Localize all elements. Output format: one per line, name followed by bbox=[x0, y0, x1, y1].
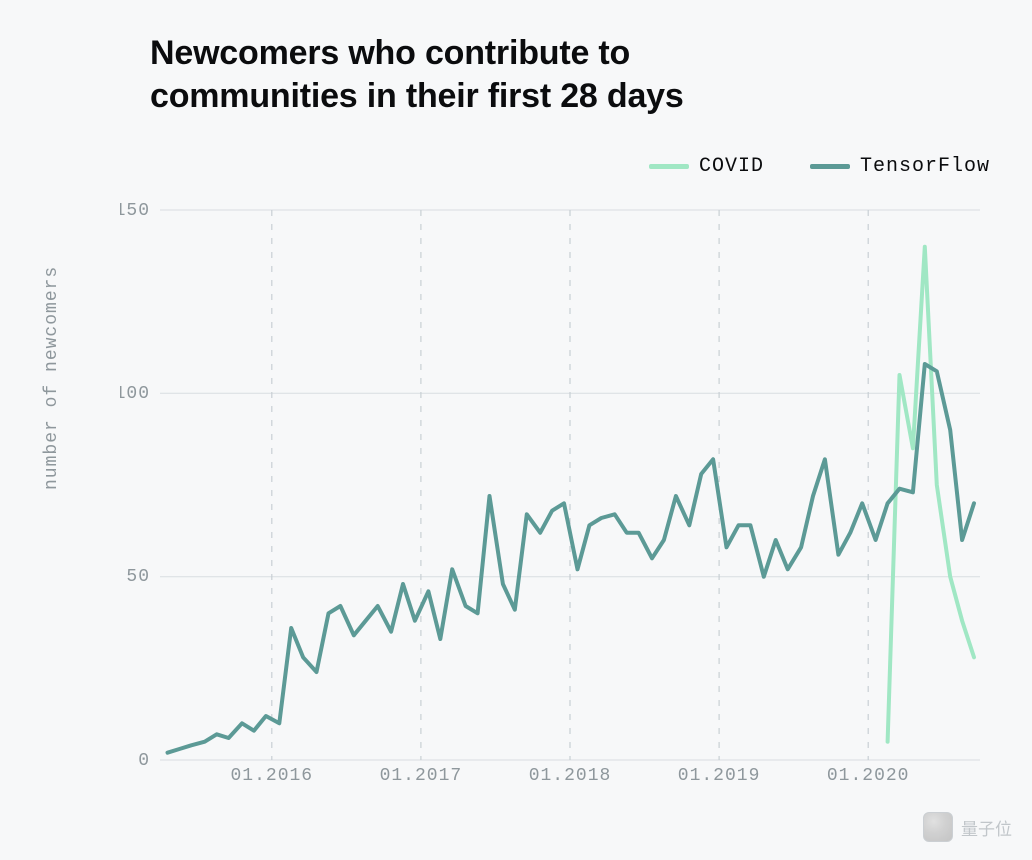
y-tick-100: 100 bbox=[120, 384, 150, 404]
y-tick-50: 50 bbox=[126, 567, 150, 587]
series-tensorflow bbox=[168, 364, 975, 753]
x-tick-2016: 01.2016 bbox=[230, 766, 313, 780]
x-tick-2018: 01.2018 bbox=[529, 766, 612, 780]
plot-area: 0 50 100 150 01.2016 01.2017 01.2018 01.… bbox=[120, 200, 1000, 780]
watermark-label: 量子位 bbox=[961, 815, 1012, 840]
chart-container: Newcomers who contribute to communities … bbox=[0, 0, 1032, 860]
legend-swatch-tensorflow bbox=[810, 164, 850, 169]
legend-label-covid: COVID bbox=[699, 155, 764, 178]
x-tick-2017: 01.2017 bbox=[380, 766, 463, 780]
x-tick-2019: 01.2019 bbox=[678, 766, 761, 780]
watermark-icon bbox=[923, 812, 953, 842]
y-axis-label: number of newcomers bbox=[42, 266, 62, 490]
y-tick-0: 0 bbox=[138, 751, 150, 771]
legend: COVID TensorFlow bbox=[649, 155, 990, 178]
y-tick-150: 150 bbox=[120, 201, 150, 221]
legend-item-tensorflow: TensorFlow bbox=[810, 155, 990, 178]
watermark: 量子位 bbox=[923, 812, 1012, 842]
legend-label-tensorflow: TensorFlow bbox=[860, 155, 990, 178]
legend-swatch-covid bbox=[649, 164, 689, 169]
grid bbox=[160, 210, 980, 760]
chart-svg: 0 50 100 150 01.2016 01.2017 01.2018 01.… bbox=[120, 200, 1000, 780]
y-tick-labels: 0 50 100 150 bbox=[120, 201, 150, 771]
chart-title: Newcomers who contribute to communities … bbox=[150, 32, 800, 117]
series-covid bbox=[888, 247, 974, 742]
x-tick-labels: 01.2016 01.2017 01.2018 01.2019 01.2020 bbox=[230, 766, 909, 780]
x-tick-2020: 01.2020 bbox=[827, 766, 910, 780]
legend-item-covid: COVID bbox=[649, 155, 764, 178]
